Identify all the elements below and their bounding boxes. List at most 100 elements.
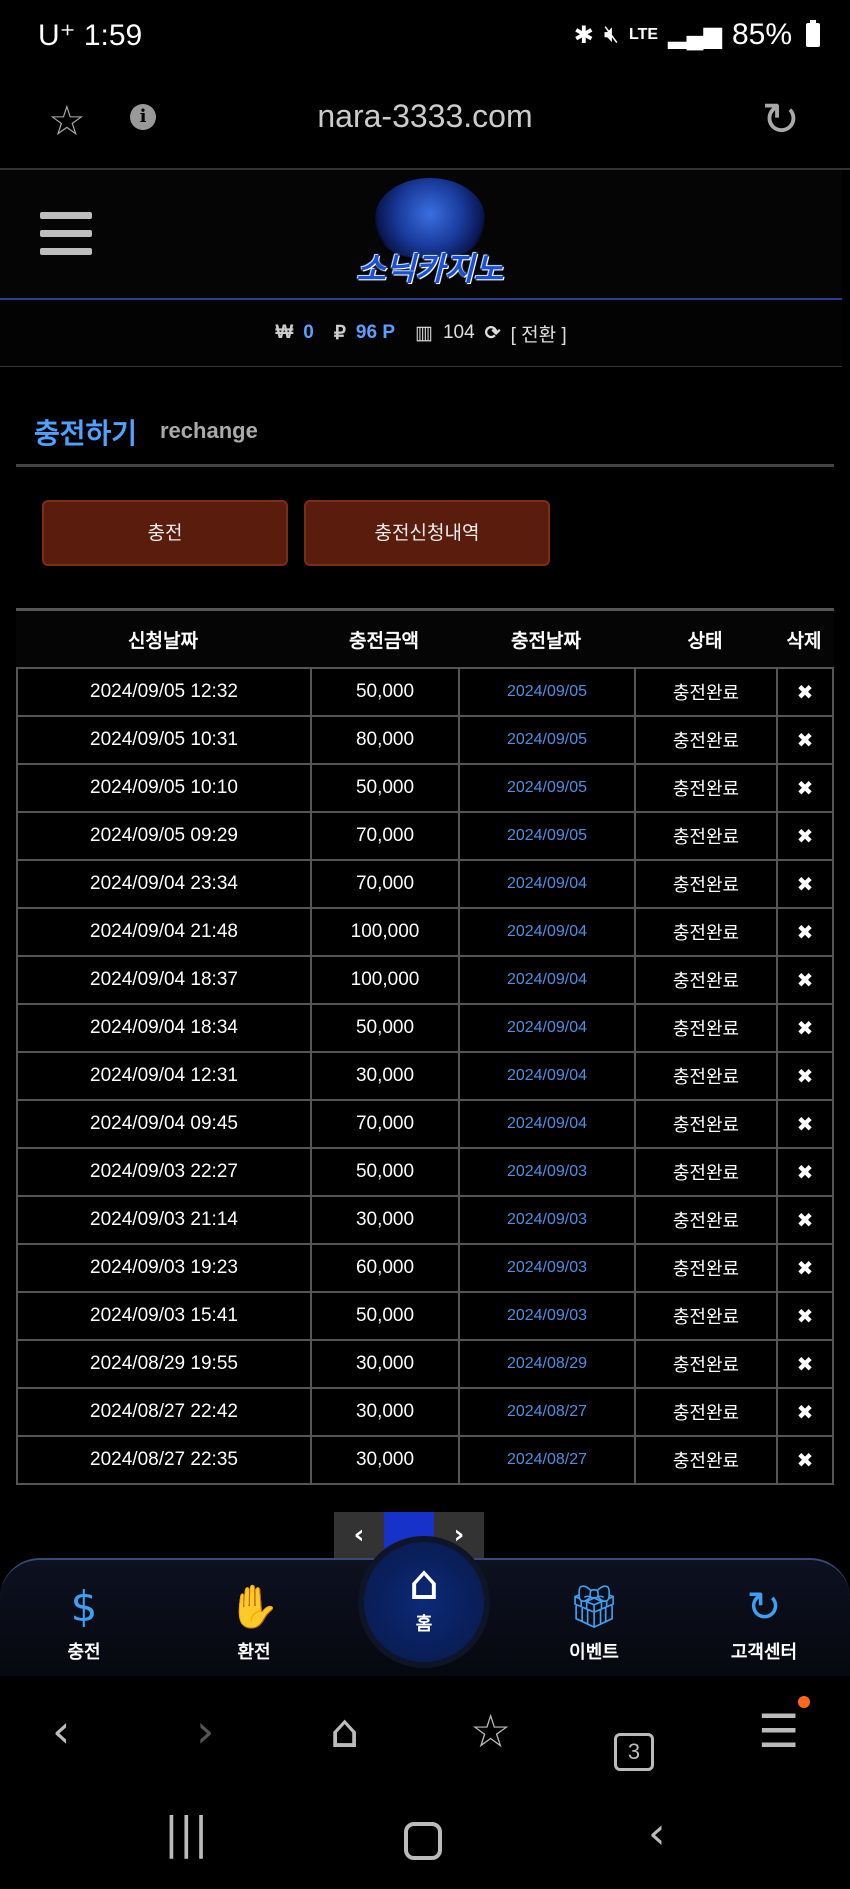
charge-date-cell: 2024/09/04 xyxy=(460,861,636,909)
amount-cell: 100,000 xyxy=(312,957,460,1005)
bookmarks-icon[interactable]: ☆ xyxy=(470,1704,511,1758)
header-charge-date: 충전날짜 xyxy=(511,629,581,652)
browser-home-icon[interactable]: ⌂ xyxy=(330,1704,359,1758)
point-balance: 96 P xyxy=(355,322,396,343)
android-home-icon[interactable] xyxy=(404,1822,442,1860)
status-cell: 충전완료 xyxy=(636,1053,778,1101)
won-symbol: ₩ xyxy=(275,322,294,343)
request-date-cell: 2024/09/04 18:37 xyxy=(18,957,312,1005)
site-logo[interactable]: 소닉카지노 xyxy=(345,178,515,290)
back-icon[interactable]: ‹ xyxy=(52,1704,70,1758)
status-cell: 충전완료 xyxy=(636,1101,778,1149)
delete-button[interactable]: ✖ xyxy=(778,717,834,765)
delete-button[interactable]: ✖ xyxy=(778,669,834,717)
forward-icon[interactable]: › xyxy=(196,1704,214,1758)
status-cell: 충전완료 xyxy=(636,669,778,717)
nav-exchange[interactable]: ✋ 환전 xyxy=(194,1584,314,1664)
amount-cell: 50,000 xyxy=(312,1005,460,1053)
amount-cell: 30,000 xyxy=(312,1053,460,1101)
prev-page-button[interactable]: ‹ xyxy=(334,1512,384,1560)
delete-button[interactable]: ✖ xyxy=(778,1341,834,1389)
charge-date-cell: 2024/09/04 xyxy=(460,909,636,957)
hand-coin-icon: $ xyxy=(70,1582,98,1631)
nav-home-label: 홈 xyxy=(415,1614,433,1635)
support-24-icon: ↻ xyxy=(746,1582,782,1631)
delete-button[interactable]: ✖ xyxy=(778,957,834,1005)
refresh-icon[interactable]: ⟳ xyxy=(485,322,501,345)
delete-button[interactable]: ✖ xyxy=(778,1437,834,1485)
url-text[interactable]: nara-3333.com xyxy=(0,98,850,135)
delete-button[interactable]: ✖ xyxy=(778,1005,834,1053)
table-row: 2024/09/04 09:45 70,000 2024/09/04 충전완료 ✖ xyxy=(16,1101,834,1149)
charge-date-cell: 2024/09/04 xyxy=(460,1101,636,1149)
delete-button[interactable]: ✖ xyxy=(778,1101,834,1149)
header-amount: 충전금액 xyxy=(349,629,419,652)
charge-tab-button[interactable]: 충전 xyxy=(42,500,288,566)
table-row: 2024/09/05 10:31 80,000 2024/09/05 충전완료 ✖ xyxy=(16,717,834,765)
reload-icon[interactable]: ↻ xyxy=(761,92,800,146)
delete-button[interactable]: ✖ xyxy=(778,1053,834,1101)
header-delete: 삭제 xyxy=(786,629,822,652)
chip-icon: ▥ xyxy=(415,322,433,344)
amount-cell: 50,000 xyxy=(312,1293,460,1341)
status-left: U⁺ 1:59 xyxy=(38,18,142,53)
amount-cell: 70,000 xyxy=(312,813,460,861)
site-header: 소닉카지노 xyxy=(0,170,842,300)
delete-button[interactable]: ✖ xyxy=(778,813,834,861)
charge-date-cell: 2024/08/29 xyxy=(460,1341,636,1389)
android-back-icon[interactable]: ‹ xyxy=(648,1808,666,1859)
status-cell: 충전완료 xyxy=(636,1245,778,1293)
charge-date-cell: 2024/09/04 xyxy=(460,957,636,1005)
table-row: 2024/09/05 12:32 50,000 2024/09/05 충전완료 ✖ xyxy=(16,669,834,717)
amount-cell: 70,000 xyxy=(312,861,460,909)
amount-cell: 50,000 xyxy=(312,765,460,813)
amount-cell: 30,000 xyxy=(312,1389,460,1437)
charge-date-cell: 2024/09/03 xyxy=(460,1245,636,1293)
delete-button[interactable]: ✖ xyxy=(778,1293,834,1341)
delete-button[interactable]: ✖ xyxy=(778,909,834,957)
nav-charge[interactable]: $ 충전 xyxy=(24,1584,144,1664)
chip-balance: 104 xyxy=(442,322,475,343)
status-cell: 충전완료 xyxy=(636,1149,778,1197)
charge-date-cell: 2024/08/27 xyxy=(460,1389,636,1437)
browser-menu-icon[interactable]: ☰ xyxy=(758,1704,799,1758)
request-date-cell: 2024/09/04 23:34 xyxy=(18,861,312,909)
mute-icon: 🔇︎ xyxy=(603,21,619,48)
table-row: 2024/09/04 23:34 70,000 2024/09/04 충전완료 ✖ xyxy=(16,861,834,909)
recent-apps-icon[interactable]: ||| xyxy=(164,1808,208,1859)
tab-count: 3 xyxy=(614,1733,654,1771)
table-header: 신청날짜 충전금액 충전날짜 상태 삭제 xyxy=(16,608,834,667)
request-date-cell: 2024/09/04 18:34 xyxy=(18,1005,312,1053)
delete-button[interactable]: ✖ xyxy=(778,765,834,813)
delete-button[interactable]: ✖ xyxy=(778,1389,834,1437)
carrier-label: U⁺ xyxy=(38,19,76,52)
status-cell: 충전완료 xyxy=(636,717,778,765)
delete-button[interactable]: ✖ xyxy=(778,1197,834,1245)
home-icon: ⌂ xyxy=(408,1555,440,1611)
amount-cell: 30,000 xyxy=(312,1437,460,1485)
menu-hamburger-icon[interactable] xyxy=(40,212,92,256)
charge-date-cell: 2024/09/05 xyxy=(460,813,636,861)
delete-button[interactable]: ✖ xyxy=(778,1149,834,1197)
delete-button[interactable]: ✖ xyxy=(778,861,834,909)
charge-date-cell: 2024/09/05 xyxy=(460,717,636,765)
request-date-cell: 2024/09/05 09:29 xyxy=(18,813,312,861)
charge-date-cell: 2024/09/05 xyxy=(460,669,636,717)
nav-support[interactable]: ↻ 고객센터 xyxy=(704,1584,824,1664)
signal-icon: ▂▄▆ xyxy=(668,21,722,49)
switch-button[interactable]: [ 전환 ] xyxy=(511,320,567,347)
browser-url-bar: ☆ i nara-3333.com ↻ xyxy=(0,78,850,170)
table-row: 2024/09/04 21:48 100,000 2024/09/04 충전완료 ✖ xyxy=(16,909,834,957)
nav-event[interactable]: 🎁︎ 이벤트 xyxy=(534,1584,654,1664)
browser-toolbar: ‹ › ⌂ ☆ 3 ☰ xyxy=(0,1676,850,1786)
nav-support-label: 고객센터 xyxy=(730,1642,798,1663)
request-date-cell: 2024/09/03 21:14 xyxy=(18,1197,312,1245)
charge-history-tab-button[interactable]: 충전신청내역 xyxy=(304,500,550,566)
tabs-icon[interactable]: 3 xyxy=(614,1716,654,1771)
status-right: ✱ 🔇︎ LTE ▂▄▆ 85% xyxy=(574,18,820,52)
nav-home-button[interactable]: ⌂ 홈 xyxy=(358,1536,490,1668)
notification-dot xyxy=(798,1696,810,1708)
delete-button[interactable]: ✖ xyxy=(778,1245,834,1293)
point-symbol: ₽ xyxy=(333,322,346,344)
bluetooth-icon: ✱ xyxy=(573,21,594,49)
